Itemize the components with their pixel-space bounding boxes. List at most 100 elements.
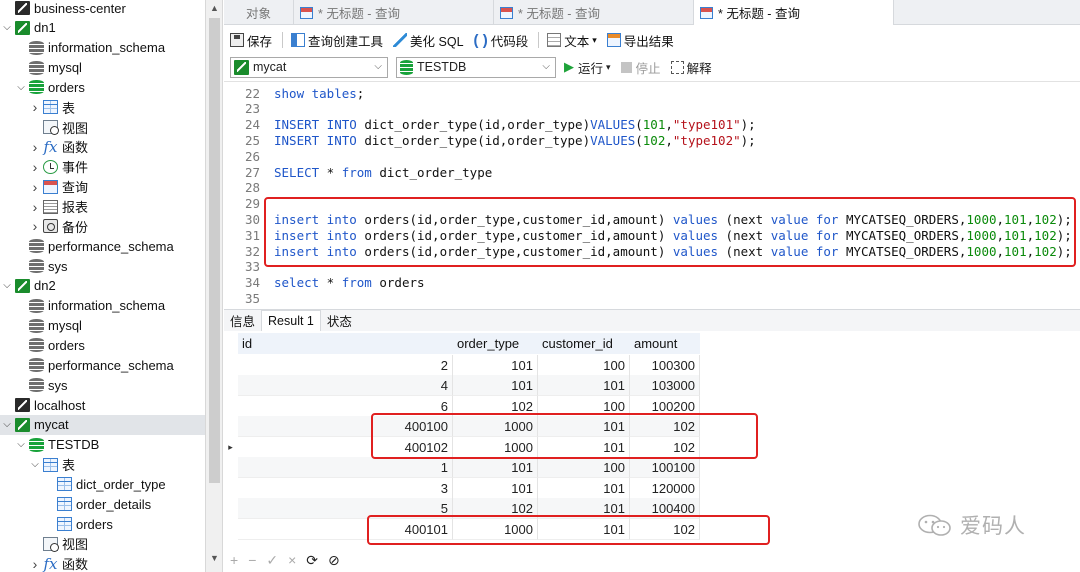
chevron-down-icon[interactable]: ⌵ [2,280,12,291]
tree-item[interactable]: › 查询 [0,177,205,197]
chevron-right-icon[interactable]: › [30,159,40,175]
query-tab[interactable]: * 无标题 - 查询 [294,0,494,25]
tree-item[interactable]: › fx 函数 [0,554,205,572]
scroll-down-arrow-icon[interactable]: ▼ [206,553,223,563]
export-result-button[interactable]: 导出结果 [606,31,674,50]
database-select[interactable]: TESTDB ⌵ [396,56,556,78]
table-cell[interactable]: 101 [453,375,538,396]
query-tab[interactable]: * 无标题 - 查询 [494,0,694,25]
chevron-right-icon[interactable]: › [30,139,40,155]
table-row[interactable]: 2 101 100 100300 [224,354,1080,376]
column-header[interactable]: id [238,333,453,354]
tree-item[interactable]: localhost [0,395,205,415]
table-cell[interactable]: 1 [238,457,453,478]
tree-item[interactable]: ⌵ dn2 [0,276,205,296]
sidebar-scrollbar[interactable]: ▲ ▼ [205,0,223,572]
beautify-sql-label: 美化 SQL [410,34,464,49]
scrollbar-thumb[interactable] [209,18,220,483]
table-cell[interactable]: 4 [238,375,453,396]
tree-item[interactable]: mysql [0,316,205,336]
table-cell[interactable]: 2 [238,354,453,376]
apply-icon[interactable]: ✓ [266,552,278,569]
explain-button[interactable]: 解释 [670,58,712,77]
table-cell[interactable]: 100300 [630,354,700,376]
text-button[interactable]: 文本 ▾ [547,31,597,50]
tree-item[interactable]: 视图 [0,534,205,554]
tree-item[interactable]: › 备份 [0,216,205,236]
run-button[interactable]: ▶ 运行 ▾ [564,58,611,77]
query-builder-icon [291,33,306,47]
column-header[interactable]: order_type [453,333,538,354]
stop-button[interactable]: 停止 [620,58,661,77]
chevron-right-icon[interactable]: › [30,199,40,215]
stop-icon[interactable]: ⊘ [328,552,340,569]
delete-record-icon[interactable]: − [248,552,256,568]
connection-select[interactable]: mycat ⌵ [230,56,388,78]
query-tab[interactable]: * 无标题 - 查询 [694,0,894,25]
tree-item[interactable]: order_details [0,494,205,514]
table-cell[interactable]: 101 [538,477,630,499]
tree-item[interactable]: dict_order_type [0,474,205,494]
column-header[interactable]: customer_id [538,333,630,354]
table-cell[interactable]: 101 [453,354,538,376]
chevron-down-icon[interactable]: ⌵ [16,82,26,93]
database-icon [29,378,44,393]
save-button[interactable]: 保存 [230,31,272,50]
table-cell[interactable]: 103000 [630,375,700,396]
tree-item[interactable]: business-center [0,0,205,18]
table-row[interactable]: 1 101 100 100100 [224,457,1080,478]
tree-item[interactable]: › 报表 [0,197,205,217]
table-cell[interactable]: 100100 [630,457,700,478]
table-cell[interactable]: 101 [453,457,538,478]
tree-item[interactable]: orders [0,514,205,534]
table-row[interactable]: 3 101 101 120000 [224,477,1080,499]
tree-item[interactable]: ⌵ 表 [0,455,205,475]
result-tab[interactable]: Result 1 [261,310,321,331]
tree-item[interactable]: ⌵ TESTDB [0,435,205,455]
tree-item[interactable]: sys [0,256,205,276]
tree-item[interactable]: performance_schema [0,355,205,375]
chevron-down-icon[interactable]: ⌵ [16,439,26,450]
refresh-icon[interactable]: ⟳ [306,552,318,569]
tree-item[interactable]: › fx 函数 [0,137,205,157]
table-cell[interactable]: 101 [453,477,538,499]
chevron-right-icon[interactable]: › [30,218,40,234]
tree-item[interactable]: information_schema [0,38,205,58]
tree-item[interactable]: information_schema [0,296,205,316]
result-tab[interactable]: 状态 [321,310,358,331]
table-cell[interactable]: 100 [538,457,630,478]
tree-item[interactable]: performance_schema [0,236,205,256]
column-header[interactable]: amount [630,333,700,354]
table-row[interactable]: 4 101 101 103000 [224,375,1080,396]
result-tab[interactable]: 信息 [224,310,261,331]
table-cell[interactable]: 101 [538,375,630,396]
tree-item[interactable]: › 事件 [0,157,205,177]
query-builder-button[interactable]: 查询创建工具 [291,31,383,50]
tree-item[interactable]: sys [0,375,205,395]
add-record-icon[interactable]: + [230,552,238,568]
tree-item[interactable]: ⌵ dn1 [0,18,205,38]
explain-icon [670,60,684,74]
scroll-up-arrow-icon[interactable]: ▲ [206,3,223,13]
beautify-sql-button[interactable]: 美化 SQL [393,31,464,50]
chevron-down-icon[interactable]: ⌵ [30,459,40,470]
sql-editor[interactable]: 22 show tables; 23 24 INSERT INTO dict_order… [224,81,1080,307]
chevron-down-icon[interactable]: ⌵ [2,22,12,33]
table-cell[interactable]: 120000 [630,477,700,499]
tree-item-label: 报表 [62,200,89,215]
tree-item[interactable]: ⌵ mycat [0,414,205,435]
tree-item[interactable]: orders [0,335,205,355]
chevron-right-icon[interactable]: › [30,556,40,572]
query-tab[interactable]: 对象 [224,0,294,25]
code-snippet-button[interactable]: ( ) 代码段 [474,31,529,50]
tree-item[interactable]: mysql [0,58,205,78]
chevron-right-icon[interactable]: › [30,179,40,195]
tree-item[interactable]: 视图 [0,117,205,137]
tree-item[interactable]: ⌵ orders [0,77,205,97]
table-cell[interactable]: 3 [238,477,453,499]
chevron-right-icon[interactable]: › [30,99,40,115]
discard-icon[interactable]: × [288,552,296,568]
chevron-down-icon[interactable]: ⌵ [2,419,12,430]
table-cell[interactable]: 100 [538,354,630,376]
tree-item[interactable]: › 表 [0,97,205,117]
